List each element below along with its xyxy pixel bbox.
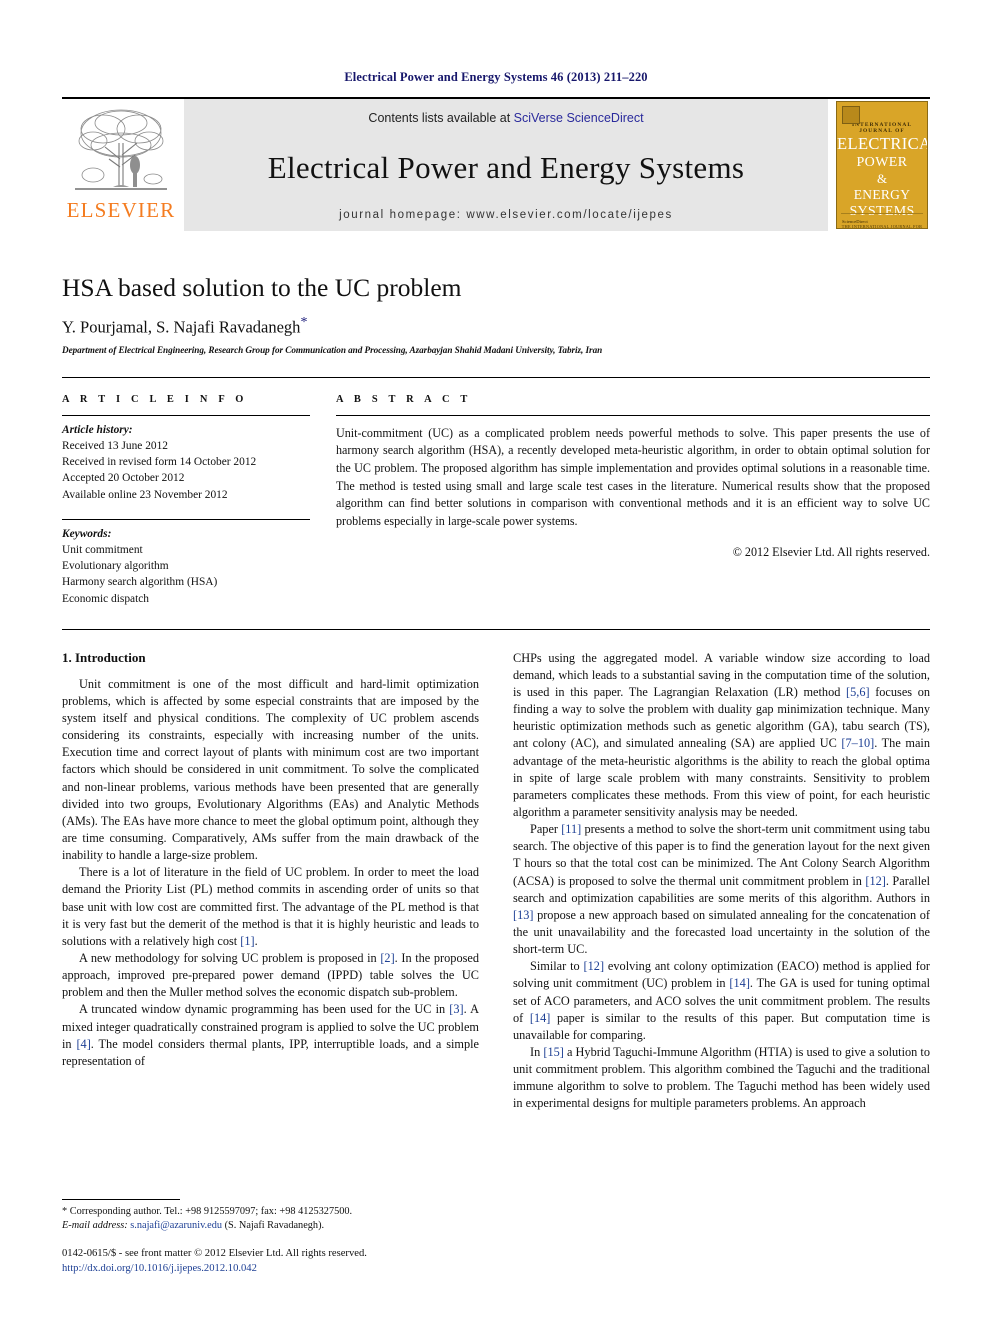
affiliation: Department of Electrical Engineering, Re…	[62, 344, 603, 355]
paragraph: A truncated window dynamic programming h…	[62, 1002, 479, 1068]
body-top-divider	[62, 628, 930, 630]
citation-ref[interactable]: [3]	[449, 1002, 463, 1016]
keyword-item: Evolutionary algorithm	[62, 560, 169, 573]
email-note: E-mail address: s.najafi@azaruniv.edu (S…	[62, 1219, 482, 1233]
corresponding-author-note: * Corresponding author. Tel.: +98 912559…	[62, 1205, 353, 1217]
issn-line: 0142-0615/$ - see front matter © 2012 El…	[62, 1248, 367, 1260]
history-item: Received in revised form 14 October 2012	[62, 456, 257, 469]
footnote-area: * Corresponding author. Tel.: +98 912559…	[62, 1198, 482, 1277]
cover-line-3: &	[876, 171, 888, 187]
citation-ref[interactable]: [13]	[513, 908, 534, 922]
cover-line-5: SYSTEMS	[849, 203, 915, 219]
article-info-heading: A R T I C L E I N F O	[62, 393, 248, 405]
body-column-right: CHPs using the aggregated model. A varia…	[513, 650, 930, 1113]
author-list: Y. Pourjamal, S. Najafi Ravadanegh*	[62, 315, 930, 338]
cover-line-2: POWER	[856, 154, 908, 170]
info-abstract-section: A R T I C L E I N F O Article history: R…	[62, 376, 930, 607]
paragraph: In [15] a Hybrid Taguchi-Immune Algorith…	[513, 1044, 930, 1111]
email-link[interactable]: s.najafi@azaruniv.edu	[130, 1220, 222, 1231]
citation-ref[interactable]: [11]	[561, 822, 581, 836]
keywords-divider	[62, 518, 310, 520]
keyword-item: Harmony search algorithm (HSA)	[62, 576, 218, 589]
citation-ref[interactable]: [15]	[543, 1045, 564, 1059]
elsevier-wordmark: ELSEVIER	[66, 198, 176, 222]
author-names: Y. Pourjamal, S. Najafi Ravadanegh	[62, 317, 301, 337]
body-column-left: 1. Introduction Unit commitment is one o…	[62, 650, 479, 1113]
citation-ref[interactable]: [12]	[584, 959, 605, 973]
citation-ref[interactable]: [12]	[865, 874, 886, 888]
email-label: E-mail address:	[62, 1220, 128, 1232]
cover-footer: ScienceDirect	[842, 219, 868, 224]
doi-link[interactable]: http://dx.doi.org/10.1016/j.ijepes.2012.…	[62, 1262, 482, 1277]
abstract-divider	[336, 414, 930, 416]
article-history-label: Article history:	[62, 423, 133, 436]
contents-prefix: Contents lists available at	[368, 111, 514, 125]
citation-ref[interactable]: [14]	[530, 1011, 551, 1025]
journal-homepage-link[interactable]: journal homepage: www.elsevier.com/locat…	[339, 209, 673, 221]
journal-cover-wrap: INTERNATIONAL JOURNAL OF ELECTRICAL POWE…	[834, 99, 930, 231]
cover-subtitle: THE INTERNATIONAL JOURNAL FOR ELECTRIC P…	[841, 223, 923, 229]
body-columns: 1. Introduction Unit commitment is one o…	[62, 650, 930, 1113]
citation-ref[interactable]: [2]	[380, 951, 394, 965]
email-owner: (S. Najafi Ravadanegh).	[224, 1220, 325, 1232]
cover-line-4: ENERGY	[853, 187, 911, 203]
history-item: Accepted 20 October 2012	[62, 472, 185, 485]
citation-ref[interactable]: [14]	[729, 976, 750, 990]
citation-ref[interactable]: [7–10]	[841, 736, 874, 750]
abstract-text: Unit-commitment (UC) as a complicated pr…	[336, 425, 930, 529]
cover-divider	[841, 213, 923, 214]
title-block: HSA based solution to the UC problem Y. …	[62, 273, 930, 355]
paragraph: A new methodology for solving UC problem…	[62, 950, 479, 1000]
page-title: HSA based solution to the UC problem	[62, 273, 462, 302]
contents-available-line: Contents lists available at SciVerse Sci…	[368, 111, 643, 125]
keywords-block: Keywords: Unit commitment Evolutionary a…	[62, 526, 310, 607]
article-info-divider	[62, 414, 310, 416]
article-history-block: Article history: Received 13 June 2012 R…	[62, 422, 310, 503]
issn-copyright-block: 0142-0615/$ - see front matter © 2012 El…	[62, 1247, 482, 1277]
abstract-column: A B S T R A C T Unit-commitment (UC) as …	[336, 378, 930, 607]
journal-masthead: ELSEVIER Contents lists available at Sci…	[62, 97, 930, 231]
cover-line-1: ELECTRICAL	[837, 134, 927, 153]
paragraph: CHPs using the aggregated model. A varia…	[513, 650, 930, 819]
keyword-item: Unit commitment	[62, 543, 143, 556]
paragraph: There is a lot of literature in the fiel…	[62, 865, 479, 948]
elsevier-tree-icon	[73, 103, 169, 199]
article-info-column: A R T I C L E I N F O Article history: R…	[62, 378, 310, 607]
footnote-divider	[62, 1198, 180, 1200]
cover-badge-icon	[842, 106, 860, 124]
corresponding-author-marker: *	[300, 315, 308, 331]
journal-title: Electrical Power and Energy Systems	[267, 149, 745, 185]
citation-ref[interactable]: [5,6]	[846, 685, 870, 699]
history-item: Received 13 June 2012	[62, 440, 168, 452]
running-head: Electrical Power and Energy Systems 46 (…	[344, 70, 648, 84]
journal-cover-image: INTERNATIONAL JOURNAL OF ELECTRICAL POWE…	[836, 101, 928, 229]
sciencedirect-link[interactable]: SciVerse ScienceDirect	[514, 111, 644, 125]
elsevier-logo: ELSEVIER	[62, 99, 180, 231]
history-item: Available online 23 November 2012	[62, 488, 228, 501]
paper-page: Electrical Power and Energy Systems 46 (…	[0, 0, 992, 1323]
footnote-block: * Corresponding author. Tel.: +98 912559…	[62, 1205, 482, 1233]
keywords-label: Keywords:	[62, 527, 112, 540]
paragraph: Similar to [12] evolving ant colony opti…	[513, 959, 930, 1042]
citation-ref[interactable]: [1]	[240, 934, 254, 948]
section-heading-introduction: 1. Introduction	[62, 649, 146, 665]
keyword-item: Economic dispatch	[62, 592, 149, 605]
masthead-center: Contents lists available at SciVerse Sci…	[184, 99, 828, 231]
paragraph: Unit commitment is one of the most diffi…	[62, 676, 479, 863]
paragraph: Paper [11] presents a method to solve th…	[513, 822, 930, 957]
abstract-heading: A B S T R A C T	[336, 393, 472, 405]
copyright-line: © 2012 Elsevier Ltd. All rights reserved…	[732, 544, 930, 559]
citation-ref[interactable]: [4]	[76, 1037, 90, 1051]
